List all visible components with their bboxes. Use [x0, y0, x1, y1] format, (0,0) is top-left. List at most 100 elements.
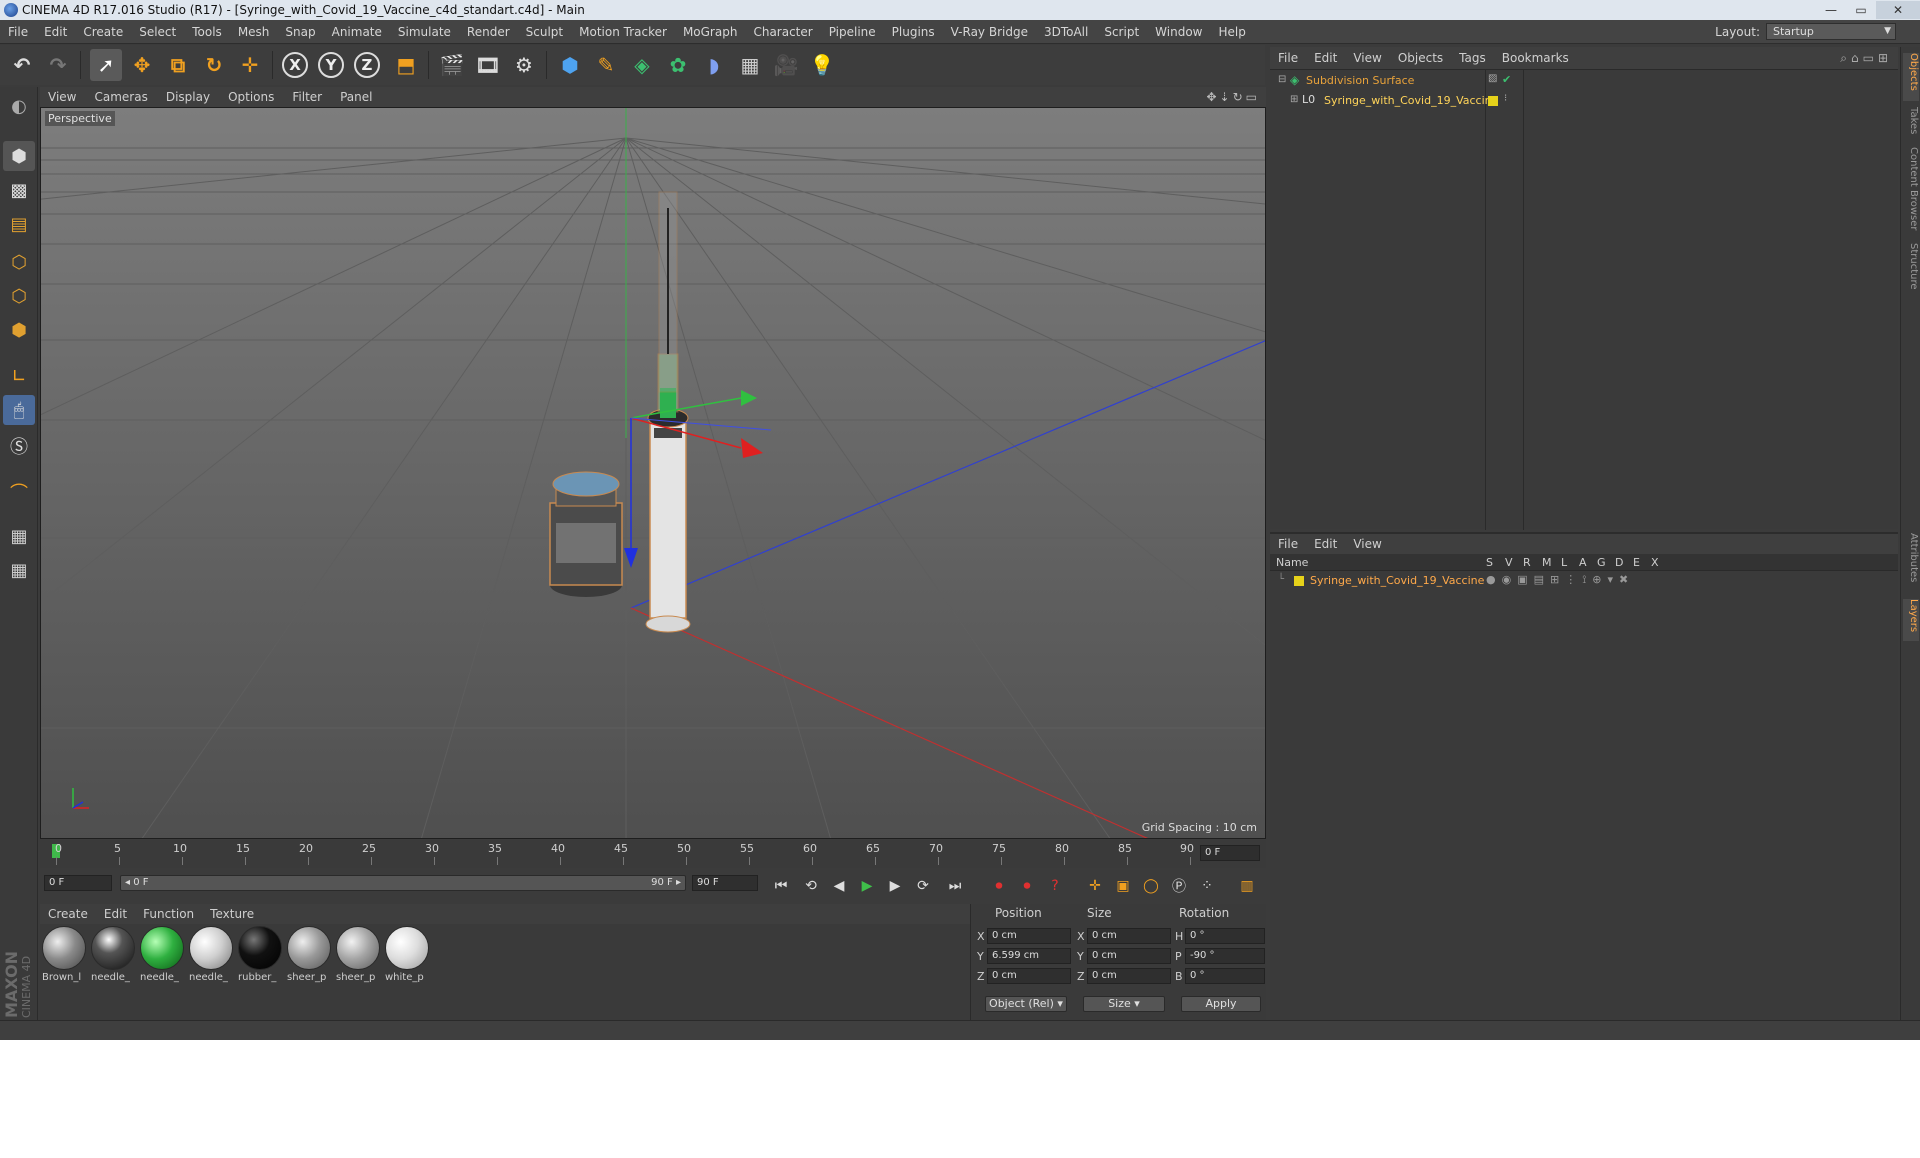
go-to-end-icon[interactable]: ⏭	[944, 875, 966, 897]
menu-tools[interactable]: Tools	[184, 25, 230, 39]
apply-button[interactable]: Apply	[1181, 996, 1261, 1012]
minimize-button[interactable]: —	[1816, 1, 1846, 19]
menu-help[interactable]: Help	[1210, 25, 1253, 39]
material-menu-function[interactable]: Function	[135, 907, 202, 921]
tab-objects[interactable]: Objects	[1903, 53, 1919, 101]
layer-column-view[interactable]: V	[1505, 556, 1513, 569]
size-mode-dropdown[interactable]: Size ▾	[1083, 996, 1165, 1012]
viewport-navigation-icons[interactable]: ✥⇣↻▭	[1206, 90, 1260, 104]
material-menu-create[interactable]: Create	[40, 907, 96, 921]
menu-mograph[interactable]: MoGraph	[675, 25, 746, 39]
viewport-menu-filter[interactable]: Filter	[284, 90, 332, 104]
menu-snap[interactable]: Snap	[277, 25, 323, 39]
menu-mesh[interactable]: Mesh	[230, 25, 278, 39]
layer-column-generators[interactable]: G	[1597, 556, 1606, 569]
tab-takes[interactable]: Takes	[1903, 107, 1919, 143]
material-menu-texture[interactable]: Texture	[202, 907, 262, 921]
object-menu-tags[interactable]: Tags	[1451, 51, 1494, 65]
array-icon[interactable]: ✿	[662, 49, 694, 81]
material-swatch[interactable]: sheer_p	[336, 926, 382, 983]
previous-key-icon[interactable]: ⟲	[800, 875, 822, 897]
layer-name[interactable]: Syringe_with_Covid_19_Vaccine	[1310, 574, 1484, 587]
move-icon[interactable]: ✥	[126, 49, 158, 81]
vial-model[interactable]	[549, 471, 623, 597]
material-swatch[interactable]: white_p	[385, 926, 431, 983]
coordinate-system-icon[interactable]: ⬒	[390, 49, 422, 81]
layer-menu-view[interactable]: View	[1345, 537, 1389, 551]
current-frame-field[interactable]: 0 F	[1200, 845, 1260, 861]
size-y-field[interactable]: 0 cm	[1087, 948, 1171, 964]
step-back-icon[interactable]: ◀	[828, 875, 850, 897]
object-name[interactable]: Subdivision Surface	[1306, 74, 1414, 87]
rotation-h-field[interactable]: 0 °	[1185, 928, 1265, 944]
start-frame-field[interactable]: 0 F	[44, 875, 112, 891]
layer-column-expressions[interactable]: E	[1633, 556, 1640, 569]
viewport-menu-options[interactable]: Options	[220, 90, 284, 104]
viewport-menu-display[interactable]: Display	[158, 90, 220, 104]
position-z-field[interactable]: 0 cm	[987, 968, 1071, 984]
model-mode-icon[interactable]: ⬢	[3, 141, 35, 171]
next-key-icon[interactable]: ⟳	[912, 875, 934, 897]
material-swatch[interactable]: needle_	[91, 926, 137, 983]
viewport-menu-panel[interactable]: Panel	[332, 90, 382, 104]
undo-icon[interactable]: ↶	[6, 49, 38, 81]
visibility-dots-icon[interactable]: ⁝	[1504, 93, 1507, 104]
material-swatch[interactable]: needle_	[140, 926, 186, 983]
menu-create[interactable]: Create	[75, 25, 131, 39]
object-row-subdivision-surface[interactable]: ⊟ ◈ Subdivision Surface ▨ ✔	[1278, 71, 1890, 91]
rotation-p-field[interactable]: -90 °	[1185, 948, 1265, 964]
multi-transform-icon[interactable]: ✛	[234, 49, 266, 81]
menu-pipeline[interactable]: Pipeline	[821, 25, 884, 39]
maximize-button[interactable]: ▭	[1846, 1, 1876, 19]
polygons-mode-icon[interactable]: ⬢	[3, 315, 35, 345]
layer-color-swatch[interactable]	[1488, 96, 1498, 106]
play-icon[interactable]: ▶	[856, 875, 878, 897]
layer-column-name[interactable]: Name	[1276, 556, 1308, 569]
grid-snap-icon[interactable]: ▦	[3, 555, 35, 585]
key-point-level-icon[interactable]: ⁘	[1196, 875, 1218, 897]
subdivision-icon[interactable]: ◈	[626, 49, 658, 81]
pen-spline-icon[interactable]: ✎	[590, 49, 622, 81]
menu-script[interactable]: Script	[1096, 25, 1147, 39]
collapse-icon[interactable]: ⊟	[1278, 74, 1286, 85]
render-settings-icon[interactable]: ⚙	[508, 49, 540, 81]
object-menu-view[interactable]: View	[1345, 51, 1389, 65]
tab-structure[interactable]: Structure	[1903, 243, 1919, 293]
menu-plugins[interactable]: Plugins	[884, 25, 943, 39]
menu-animate[interactable]: Animate	[324, 25, 390, 39]
layer-column-xref[interactable]: X	[1651, 556, 1659, 569]
layer-column-animation[interactable]: A	[1579, 556, 1587, 569]
position-y-field[interactable]: 6.599 cm	[987, 948, 1071, 964]
object-menu-file[interactable]: File	[1270, 51, 1306, 65]
object-menu-objects[interactable]: Objects	[1390, 51, 1451, 65]
tab-content-browser[interactable]: Content Browser	[1903, 147, 1919, 239]
layer-toggle-icons[interactable]: ●◉▣▤⊞⋮⟟⊕▾✖	[1486, 573, 1634, 587]
menu-edit[interactable]: Edit	[36, 25, 75, 39]
expand-icon[interactable]: ⊞	[1290, 94, 1298, 105]
rotate-icon[interactable]: ↻	[198, 49, 230, 81]
layer-column-locked[interactable]: L	[1561, 556, 1567, 569]
axis-mode-icon[interactable]: ∟	[3, 361, 35, 391]
go-to-start-icon[interactable]: ⏮	[770, 875, 792, 897]
material-swatch[interactable]: sheer_p	[287, 926, 333, 983]
menu-motion-tracker[interactable]: Motion Tracker	[571, 25, 675, 39]
snap-magnet-icon[interactable]: ⌒	[3, 477, 35, 507]
close-button[interactable]: ✕	[1876, 1, 1920, 19]
object-name[interactable]: Syringe_with_Covid_19_Vaccine	[1324, 94, 1498, 107]
layer-column-render[interactable]: R	[1523, 556, 1531, 569]
layer-column-deformers[interactable]: D	[1615, 556, 1623, 569]
menu-simulate[interactable]: Simulate	[390, 25, 459, 39]
menu-render[interactable]: Render	[459, 25, 518, 39]
key-position-icon[interactable]: ✛	[1084, 875, 1106, 897]
object-menu-edit[interactable]: Edit	[1306, 51, 1345, 65]
enabled-check-icon[interactable]: ✔	[1502, 73, 1511, 86]
menu-3dtoall[interactable]: 3DToAll	[1036, 25, 1096, 39]
timeline-ruler[interactable]: 0 5 10 15 20 25 30 35 40 45 50 55 60 65 …	[40, 840, 1266, 868]
select-arrow-icon[interactable]: ➚	[90, 49, 122, 81]
solo-icon[interactable]: Ⓢ	[3, 431, 35, 461]
key-rotation-icon[interactable]: ◯	[1140, 875, 1162, 897]
menu-select[interactable]: Select	[131, 25, 184, 39]
viewport-menu-view[interactable]: View	[40, 90, 86, 104]
layer-menu-edit[interactable]: Edit	[1306, 537, 1345, 551]
layout-dropdown[interactable]: Startup ▼	[1766, 23, 1896, 40]
